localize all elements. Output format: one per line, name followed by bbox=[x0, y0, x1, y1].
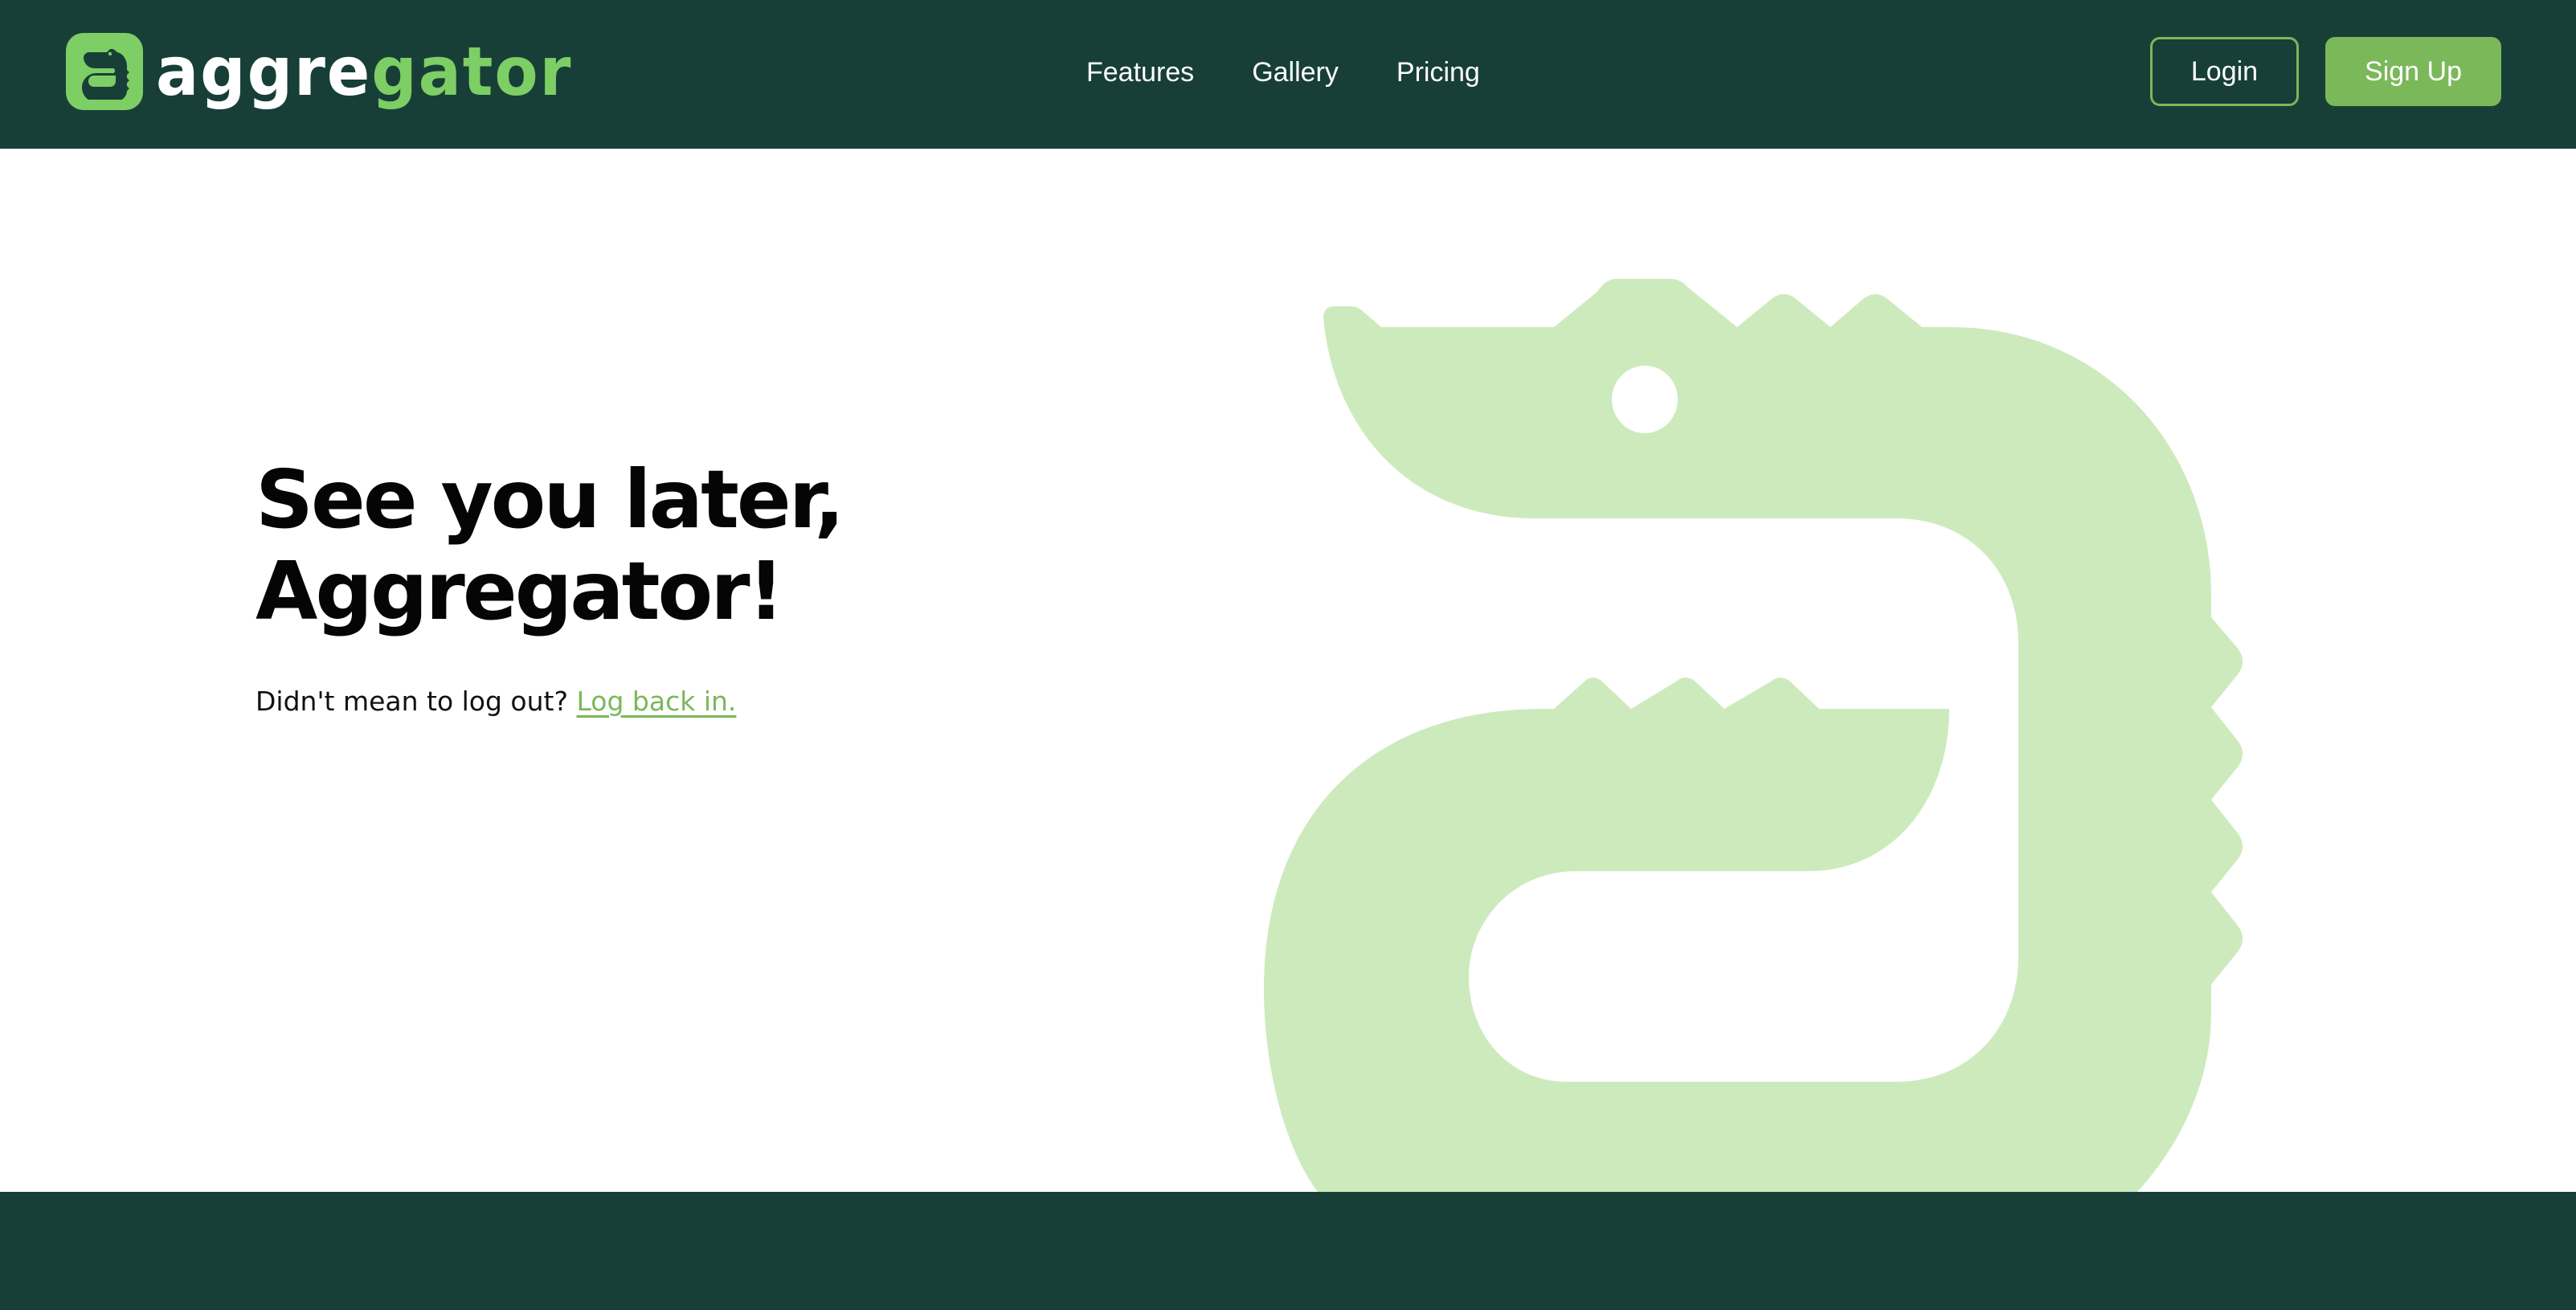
page-title: See you later, Aggregator! bbox=[256, 454, 1139, 637]
sign-up-button[interactable]: Sign Up bbox=[2325, 37, 2501, 106]
alligator-body-shape bbox=[1264, 279, 2243, 1192]
logout-message: Didn't mean to log out? Log back in. bbox=[256, 686, 1139, 717]
nav-link-pricing[interactable]: Pricing bbox=[1396, 50, 1480, 95]
title-line-2: Aggregator! bbox=[256, 544, 784, 638]
logout-hero: See you later, Aggregator! Didn't mean t… bbox=[256, 454, 1139, 718]
log-back-in-link[interactable]: Log back in. bbox=[577, 686, 737, 717]
top-navbar: aggregator Features Gallery Pricing Logi… bbox=[0, 0, 2576, 149]
brand-name-part2: gator bbox=[371, 32, 573, 111]
brand-name-part1: aggre bbox=[156, 32, 372, 111]
title-line-1: See you later, bbox=[256, 452, 844, 547]
alligator-a-icon bbox=[66, 33, 143, 110]
brand-wordmark: aggregator bbox=[156, 38, 572, 105]
nav-link-gallery[interactable]: Gallery bbox=[1252, 50, 1339, 95]
page-footer bbox=[0, 1192, 2576, 1310]
logout-question: Didn't mean to log out? bbox=[256, 686, 568, 717]
nav-link-features[interactable]: Features bbox=[1086, 50, 1194, 95]
brand-logo-link[interactable]: aggregator bbox=[66, 33, 599, 110]
login-button[interactable]: Login bbox=[2150, 37, 2299, 106]
main-nav: Features Gallery Pricing bbox=[1086, 50, 1480, 95]
